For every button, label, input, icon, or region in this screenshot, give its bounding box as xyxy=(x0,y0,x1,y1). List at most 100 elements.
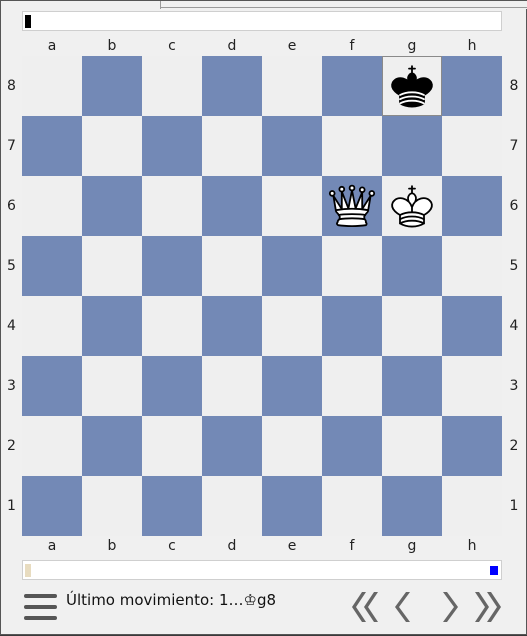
square-e5[interactable] xyxy=(262,236,322,296)
square-b5[interactable] xyxy=(82,236,142,296)
square-d7[interactable] xyxy=(202,116,262,176)
square-g4[interactable] xyxy=(382,296,442,356)
square-e4[interactable] xyxy=(262,296,322,356)
square-d2[interactable] xyxy=(202,416,262,476)
square-b4[interactable] xyxy=(82,296,142,356)
square-f1[interactable] xyxy=(322,476,382,536)
chess-board[interactable] xyxy=(22,56,502,536)
coordinate-label: e xyxy=(287,538,297,554)
coordinate-label: d xyxy=(227,538,237,554)
double-chevron-right-icon xyxy=(475,592,501,622)
square-f7[interactable] xyxy=(322,116,382,176)
square-h7[interactable] xyxy=(442,116,502,176)
square-g7[interactable] xyxy=(382,116,442,176)
square-b8[interactable] xyxy=(82,56,142,116)
last-move-button[interactable] xyxy=(471,587,505,627)
square-a6[interactable] xyxy=(22,176,82,236)
square-g5[interactable] xyxy=(382,236,442,296)
square-d1[interactable] xyxy=(202,476,262,536)
coordinate-label: f xyxy=(349,538,355,554)
square-a8[interactable] xyxy=(22,56,82,116)
rank-label: 2 xyxy=(7,438,16,454)
square-b7[interactable] xyxy=(82,116,142,176)
square-a3[interactable] xyxy=(22,356,82,416)
coordinate-label: c xyxy=(168,538,176,554)
previous-move-button[interactable] xyxy=(386,587,420,627)
square-h1[interactable] xyxy=(442,476,502,536)
square-b1[interactable] xyxy=(82,476,142,536)
hamburger-icon-line xyxy=(24,605,57,609)
square-f3[interactable] xyxy=(322,356,382,416)
square-d8[interactable] xyxy=(202,56,262,116)
square-g6[interactable] xyxy=(382,176,442,236)
square-c1[interactable] xyxy=(142,476,202,536)
rank-label: 7 xyxy=(7,138,16,154)
square-g3[interactable] xyxy=(382,356,442,416)
square-b3[interactable] xyxy=(82,356,142,416)
rank-label: 2 xyxy=(509,438,519,454)
square-c6[interactable] xyxy=(142,176,202,236)
square-f4[interactable] xyxy=(322,296,382,356)
square-a1[interactable] xyxy=(22,476,82,536)
square-h4[interactable] xyxy=(442,296,502,356)
square-e6[interactable] xyxy=(262,176,322,236)
square-a7[interactable] xyxy=(22,116,82,176)
square-c3[interactable] xyxy=(142,356,202,416)
square-a4[interactable] xyxy=(22,296,82,356)
square-f2[interactable] xyxy=(322,416,382,476)
square-e1[interactable] xyxy=(262,476,322,536)
coordinate-label: a xyxy=(47,538,57,554)
coordinate-label: c xyxy=(168,38,176,54)
square-h5[interactable] xyxy=(442,236,502,296)
hamburger-icon xyxy=(24,594,57,598)
hamburger-icon-line xyxy=(24,616,57,620)
coordinate-label: e xyxy=(287,38,297,54)
square-d3[interactable] xyxy=(202,356,262,416)
square-d5[interactable] xyxy=(202,236,262,296)
square-g8[interactable] xyxy=(382,56,442,116)
square-c4[interactable] xyxy=(142,296,202,356)
square-h8[interactable] xyxy=(442,56,502,116)
square-c2[interactable] xyxy=(142,416,202,476)
square-e8[interactable] xyxy=(262,56,322,116)
square-f6[interactable] xyxy=(322,176,382,236)
coordinate-label: h xyxy=(467,538,477,554)
tab-rule xyxy=(161,7,527,8)
square-d6[interactable] xyxy=(202,176,262,236)
square-e3[interactable] xyxy=(262,356,322,416)
square-f8[interactable] xyxy=(322,56,382,116)
next-move-button[interactable] xyxy=(433,587,467,627)
menu-button[interactable] xyxy=(24,593,58,621)
chevron-right-icon xyxy=(443,592,458,622)
coordinate-label: f xyxy=(349,38,355,54)
rank-label: 8 xyxy=(7,78,16,94)
rank-label: 5 xyxy=(7,258,16,274)
square-c7[interactable] xyxy=(142,116,202,176)
square-h3[interactable] xyxy=(442,356,502,416)
footer-bar: Último movimiento: 1…♔g8 xyxy=(1,581,527,636)
double-chevron-left-icon xyxy=(352,592,378,622)
square-c8[interactable] xyxy=(142,56,202,116)
square-f5[interactable] xyxy=(322,236,382,296)
square-e2[interactable] xyxy=(262,416,322,476)
turn-marker xyxy=(490,566,498,575)
square-a5[interactable] xyxy=(22,236,82,296)
first-move-button[interactable] xyxy=(348,587,382,627)
square-a2[interactable] xyxy=(22,416,82,476)
square-g1[interactable] xyxy=(382,476,442,536)
square-b6[interactable] xyxy=(82,176,142,236)
coordinate-label: b xyxy=(107,38,117,54)
square-d4[interactable] xyxy=(202,296,262,356)
square-g2[interactable] xyxy=(382,416,442,476)
square-e7[interactable] xyxy=(262,116,322,176)
coordinate-label: a xyxy=(47,38,57,54)
rank-label: 4 xyxy=(509,318,519,334)
square-b2[interactable] xyxy=(82,416,142,476)
square-c5[interactable] xyxy=(142,236,202,296)
square-h6[interactable] xyxy=(442,176,502,236)
square-h2[interactable] xyxy=(442,416,502,476)
rank-label: 7 xyxy=(509,138,519,154)
bottom-clock-bar xyxy=(22,560,502,580)
coordinate-label: h xyxy=(467,38,477,54)
top-clock-indicator xyxy=(25,15,31,28)
